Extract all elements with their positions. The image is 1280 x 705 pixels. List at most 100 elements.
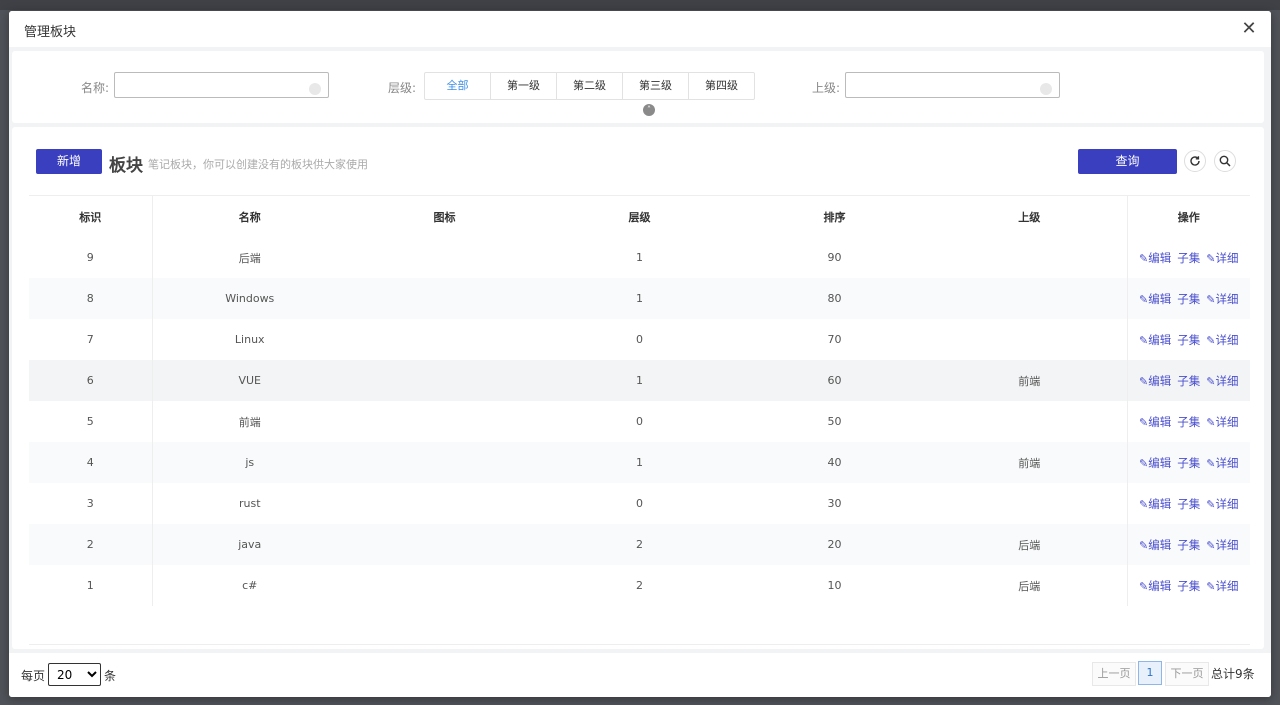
prev-page-button[interactable]: 上一页 bbox=[1092, 662, 1136, 686]
children-link-label: 子集 bbox=[1177, 496, 1201, 511]
table-row[interactable]: 6 VUE 1 60 前端 ✎编辑 子集 ✎详细 bbox=[29, 360, 1250, 401]
name-clear-icon[interactable] bbox=[309, 83, 321, 95]
children-link[interactable]: 子集 bbox=[1177, 497, 1200, 511]
cell-sort: 70 bbox=[827, 333, 842, 346]
cell-sort: 10 bbox=[827, 579, 842, 592]
cell-name: 后端 bbox=[238, 251, 261, 265]
parent-clear-icon[interactable] bbox=[1040, 83, 1052, 95]
children-link[interactable]: 子集 bbox=[1177, 333, 1200, 347]
query-button[interactable]: 查询 bbox=[1078, 149, 1177, 174]
cell-id: 3 bbox=[29, 483, 153, 524]
children-link[interactable]: 子集 bbox=[1177, 456, 1200, 470]
column-header-actions: 操作 bbox=[1126, 196, 1250, 237]
table-row[interactable]: 3 rust 0 30 ✎编辑 子集 ✎详细 bbox=[29, 483, 1250, 524]
next-page-button[interactable]: 下一页 bbox=[1165, 662, 1209, 686]
level-option-all[interactable]: 全部 bbox=[425, 73, 491, 99]
edit-link[interactable]: ✎编辑 bbox=[1139, 374, 1171, 388]
detail-link[interactable]: ✎详细 bbox=[1206, 497, 1238, 511]
parent-filter-input[interactable] bbox=[845, 72, 1060, 98]
search-button[interactable] bbox=[1214, 150, 1236, 172]
filter-panel: 名称: 层级: 全部 第一级 第二级 第三级 第四级 ˄ 上级: bbox=[12, 51, 1264, 123]
cell-actions: ✎编辑 子集 ✎详细 bbox=[1126, 401, 1250, 442]
pencil-icon: ✎ bbox=[1139, 456, 1149, 470]
cell-icon bbox=[347, 442, 542, 483]
table-row[interactable]: 8 Windows 1 80 ✎编辑 子集 ✎详细 bbox=[29, 278, 1250, 319]
children-link[interactable]: 子集 bbox=[1177, 538, 1200, 552]
detail-link[interactable]: ✎详细 bbox=[1206, 456, 1238, 470]
detail-link[interactable]: ✎详细 bbox=[1206, 374, 1238, 388]
edit-link[interactable]: ✎编辑 bbox=[1139, 251, 1171, 265]
table-row[interactable]: 4 js 1 40 前端 ✎编辑 子集 ✎详细 bbox=[29, 442, 1250, 483]
edit-link[interactable]: ✎编辑 bbox=[1139, 538, 1171, 552]
edit-link[interactable]: ✎编辑 bbox=[1139, 497, 1171, 511]
pagination-bar: 每页 102050 条 上一页 1 下一页 总计9条 bbox=[9, 653, 1271, 697]
children-link-label: 子集 bbox=[1177, 537, 1201, 552]
cell-name: js bbox=[152, 442, 347, 483]
refresh-button[interactable] bbox=[1184, 150, 1206, 172]
edit-link[interactable]: ✎编辑 bbox=[1139, 579, 1171, 593]
children-link[interactable]: 子集 bbox=[1177, 415, 1200, 429]
board-table: 标识 名称 图标 层级 排序 上级 操作 9 后端 1 90 ✎编辑 子集 ✎详细 8 Wind… bbox=[29, 196, 1250, 606]
cell-name: Windows bbox=[152, 278, 347, 319]
board-table-container: 标识 名称 图标 层级 排序 上级 操作 9 后端 1 90 ✎编辑 子集 ✎详细 8 Wind… bbox=[29, 195, 1250, 622]
cell-sort: 20 bbox=[737, 524, 932, 565]
cell-name: rust bbox=[238, 497, 261, 510]
edit-link[interactable]: ✎编辑 bbox=[1139, 292, 1171, 306]
cell-name: c# bbox=[242, 579, 258, 592]
level-option-second[interactable]: 第二级 bbox=[557, 73, 623, 99]
per-page-unit: 条 bbox=[104, 669, 117, 683]
cell-level: 1 bbox=[542, 442, 737, 483]
detail-link-label: 详细 bbox=[1215, 455, 1239, 470]
detail-link[interactable]: ✎详细 bbox=[1206, 333, 1238, 347]
level-option-third[interactable]: 第三级 bbox=[623, 73, 689, 99]
pencil-icon: ✎ bbox=[1139, 538, 1149, 552]
cell-sort: 80 bbox=[737, 278, 932, 319]
detail-link[interactable]: ✎详细 bbox=[1206, 538, 1238, 552]
children-link[interactable]: 子集 bbox=[1177, 292, 1200, 306]
pencil-icon: ✎ bbox=[1139, 579, 1149, 593]
children-link[interactable]: 子集 bbox=[1177, 374, 1200, 388]
cell-parent bbox=[932, 319, 1127, 360]
level-option-first[interactable]: 第一级 bbox=[491, 73, 557, 99]
cell-id: 8 bbox=[29, 278, 153, 319]
cell-actions: ✎编辑 子集 ✎详细 bbox=[1126, 237, 1250, 278]
table-header-row: 标识 名称 图标 层级 排序 上级 操作 bbox=[29, 196, 1250, 237]
search-icon bbox=[1219, 155, 1231, 167]
children-link[interactable]: 子集 bbox=[1177, 251, 1200, 265]
table-row[interactable]: 5 前端 0 50 ✎编辑 子集 ✎详细 bbox=[29, 401, 1250, 442]
cell-icon bbox=[347, 524, 542, 565]
detail-link[interactable]: ✎详细 bbox=[1206, 579, 1238, 593]
cell-parent: 后端 bbox=[932, 524, 1127, 565]
name-filter-input[interactable] bbox=[114, 72, 329, 98]
children-link-label: 子集 bbox=[1177, 250, 1201, 265]
collapse-filter-icon[interactable]: ˄ bbox=[643, 104, 655, 116]
level-option-fourth[interactable]: 第四级 bbox=[689, 73, 754, 99]
cell-level: 2 bbox=[636, 579, 643, 592]
cell-parent bbox=[932, 278, 1127, 319]
edit-link-label: 编辑 bbox=[1148, 455, 1172, 470]
close-icon[interactable]: ✕ bbox=[1239, 19, 1259, 39]
table-row[interactable]: 7 Linux 0 70 ✎编辑 子集 ✎详细 bbox=[29, 319, 1250, 360]
cell-parent bbox=[932, 237, 1127, 278]
detail-link-label: 详细 bbox=[1215, 496, 1239, 511]
edit-link-label: 编辑 bbox=[1148, 578, 1172, 593]
table-row[interactable]: 2 java 2 20 后端 ✎编辑 子集 ✎详细 bbox=[29, 524, 1250, 565]
cell-level: 1 bbox=[542, 278, 737, 319]
edit-link[interactable]: ✎编辑 bbox=[1139, 415, 1171, 429]
children-link[interactable]: 子集 bbox=[1177, 579, 1200, 593]
children-link-label: 子集 bbox=[1177, 332, 1201, 347]
edit-link[interactable]: ✎编辑 bbox=[1139, 456, 1171, 470]
edit-link-label: 编辑 bbox=[1148, 537, 1172, 552]
edit-link[interactable]: ✎编辑 bbox=[1139, 333, 1171, 347]
add-board-button[interactable]: 新增 bbox=[36, 149, 102, 174]
table-row[interactable]: 1 c# 2 10 后端 ✎编辑 子集 ✎详细 bbox=[29, 565, 1250, 606]
per-page-select[interactable]: 102050 bbox=[48, 663, 101, 686]
detail-link[interactable]: ✎详细 bbox=[1206, 251, 1238, 265]
pencil-icon: ✎ bbox=[1139, 251, 1149, 265]
table-row[interactable]: 9 后端 1 90 ✎编辑 子集 ✎详细 bbox=[29, 237, 1250, 278]
detail-link[interactable]: ✎详细 bbox=[1206, 292, 1238, 306]
cell-name: java bbox=[152, 524, 347, 565]
detail-link[interactable]: ✎详细 bbox=[1206, 415, 1238, 429]
page-number-1[interactable]: 1 bbox=[1138, 661, 1162, 685]
cell-id: 2 bbox=[29, 524, 153, 565]
